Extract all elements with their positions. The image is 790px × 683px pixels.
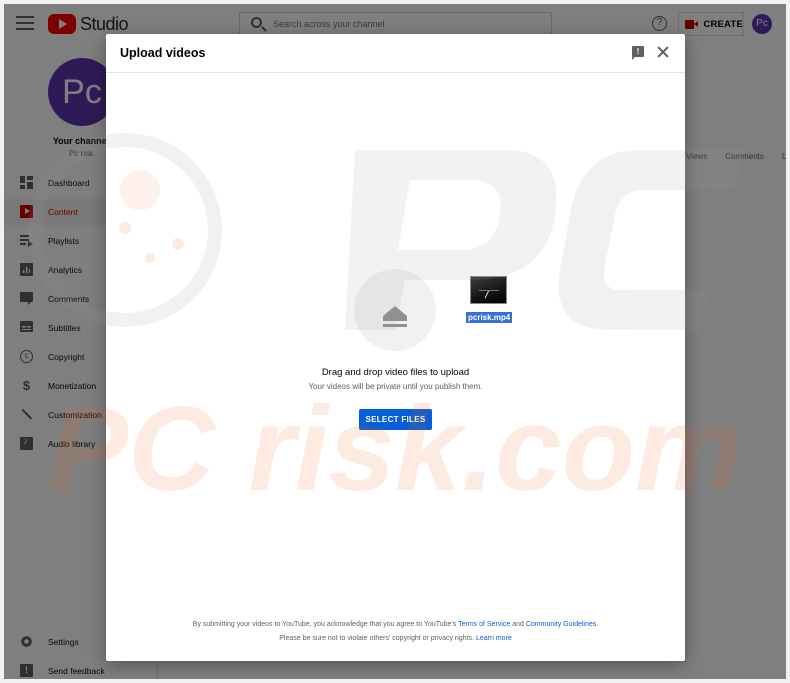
feedback-icon[interactable]: !	[632, 46, 644, 60]
file-name-label: pcrisk.mp4	[466, 312, 513, 323]
mouse-cursor-icon	[485, 291, 489, 299]
dialog-title: Upload videos	[120, 46, 206, 60]
video-file-thumbnail	[470, 276, 507, 304]
legal-prefix: By submitting your videos to YouTube, yo…	[192, 621, 457, 628]
legal-period: .	[596, 621, 599, 628]
community-guidelines-link[interactable]: Community Guidelines	[526, 621, 596, 628]
learn-more-link[interactable]: Learn more	[476, 635, 512, 642]
legal-line-2: Please be sure not to violate others' co…	[106, 632, 685, 646]
drop-subtext: Your videos will be private until you pu…	[308, 382, 483, 391]
close-icon[interactable]	[656, 45, 670, 59]
legal-and: and	[512, 621, 524, 628]
terms-of-service-link[interactable]: Terms of Service	[458, 621, 510, 628]
upload-arrow-icon	[382, 306, 408, 328]
legal-notice: By submitting your videos to YouTube, yo…	[106, 618, 685, 646]
legal-line-2-text: Please be sure not to violate others' co…	[279, 635, 474, 642]
dialog-header: Upload videos !	[106, 34, 685, 73]
drop-heading: Drag and drop video files to upload	[321, 367, 470, 378]
legal-line-1: By submitting your videos to YouTube, yo…	[106, 618, 685, 632]
upload-dialog: Upload videos ! pcrisk.mp4 Drag and drop…	[106, 34, 685, 661]
select-files-button[interactable]: SELECT FILES	[359, 409, 432, 430]
